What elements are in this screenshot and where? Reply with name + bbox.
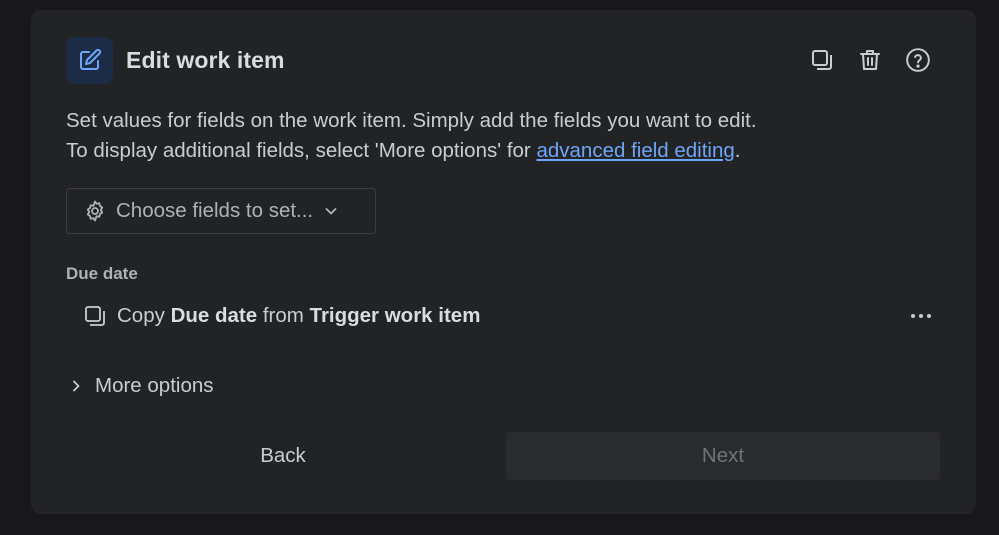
description-line-2-suffix: . [734, 139, 741, 162]
chevron-right-icon [69, 379, 83, 393]
edit-work-item-panel: Edit work item Set values for fields on … [31, 10, 976, 514]
copy-word: Copy [117, 304, 165, 327]
help-icon[interactable] [905, 47, 931, 73]
back-button[interactable]: Back [66, 432, 500, 480]
field-source: Trigger work item [309, 304, 481, 327]
more-options-toggle[interactable]: More options [69, 374, 214, 398]
description-line-2-prefix: To display additional fields, select 'Mo… [66, 139, 537, 162]
pencil-square-icon [66, 36, 113, 84]
page-title: Edit work item [126, 46, 285, 73]
chevron-down-icon [323, 203, 339, 219]
choose-fields-label: Choose fields to set... [116, 199, 314, 222]
panel-header: Edit work item [66, 36, 931, 84]
description-line-2: To display additional fields, select 'Mo… [66, 136, 757, 166]
advanced-field-editing-link[interactable]: advanced field editing [536, 139, 734, 162]
copy-icon[interactable] [809, 47, 835, 73]
description: Set values for fields on the work item. … [66, 106, 757, 166]
header-actions [809, 47, 931, 73]
more-actions-icon[interactable] [911, 304, 931, 328]
from-word: from [262, 304, 304, 327]
field-name: Due date [170, 304, 258, 327]
gear-icon [83, 199, 107, 223]
field-section-label: Due date [66, 264, 138, 283]
description-line-1: Set values for fields on the work item. … [66, 109, 757, 132]
next-button[interactable]: Next [506, 432, 940, 480]
copy-field-icon [83, 304, 107, 328]
choose-fields-button[interactable]: Choose fields to set... [66, 188, 376, 234]
field-row-text: Copy Due date from Trigger work item [117, 304, 480, 328]
more-options-label: More options [95, 374, 214, 397]
trash-icon[interactable] [857, 47, 883, 73]
field-row: Copy Due date from Trigger work item [83, 300, 931, 332]
